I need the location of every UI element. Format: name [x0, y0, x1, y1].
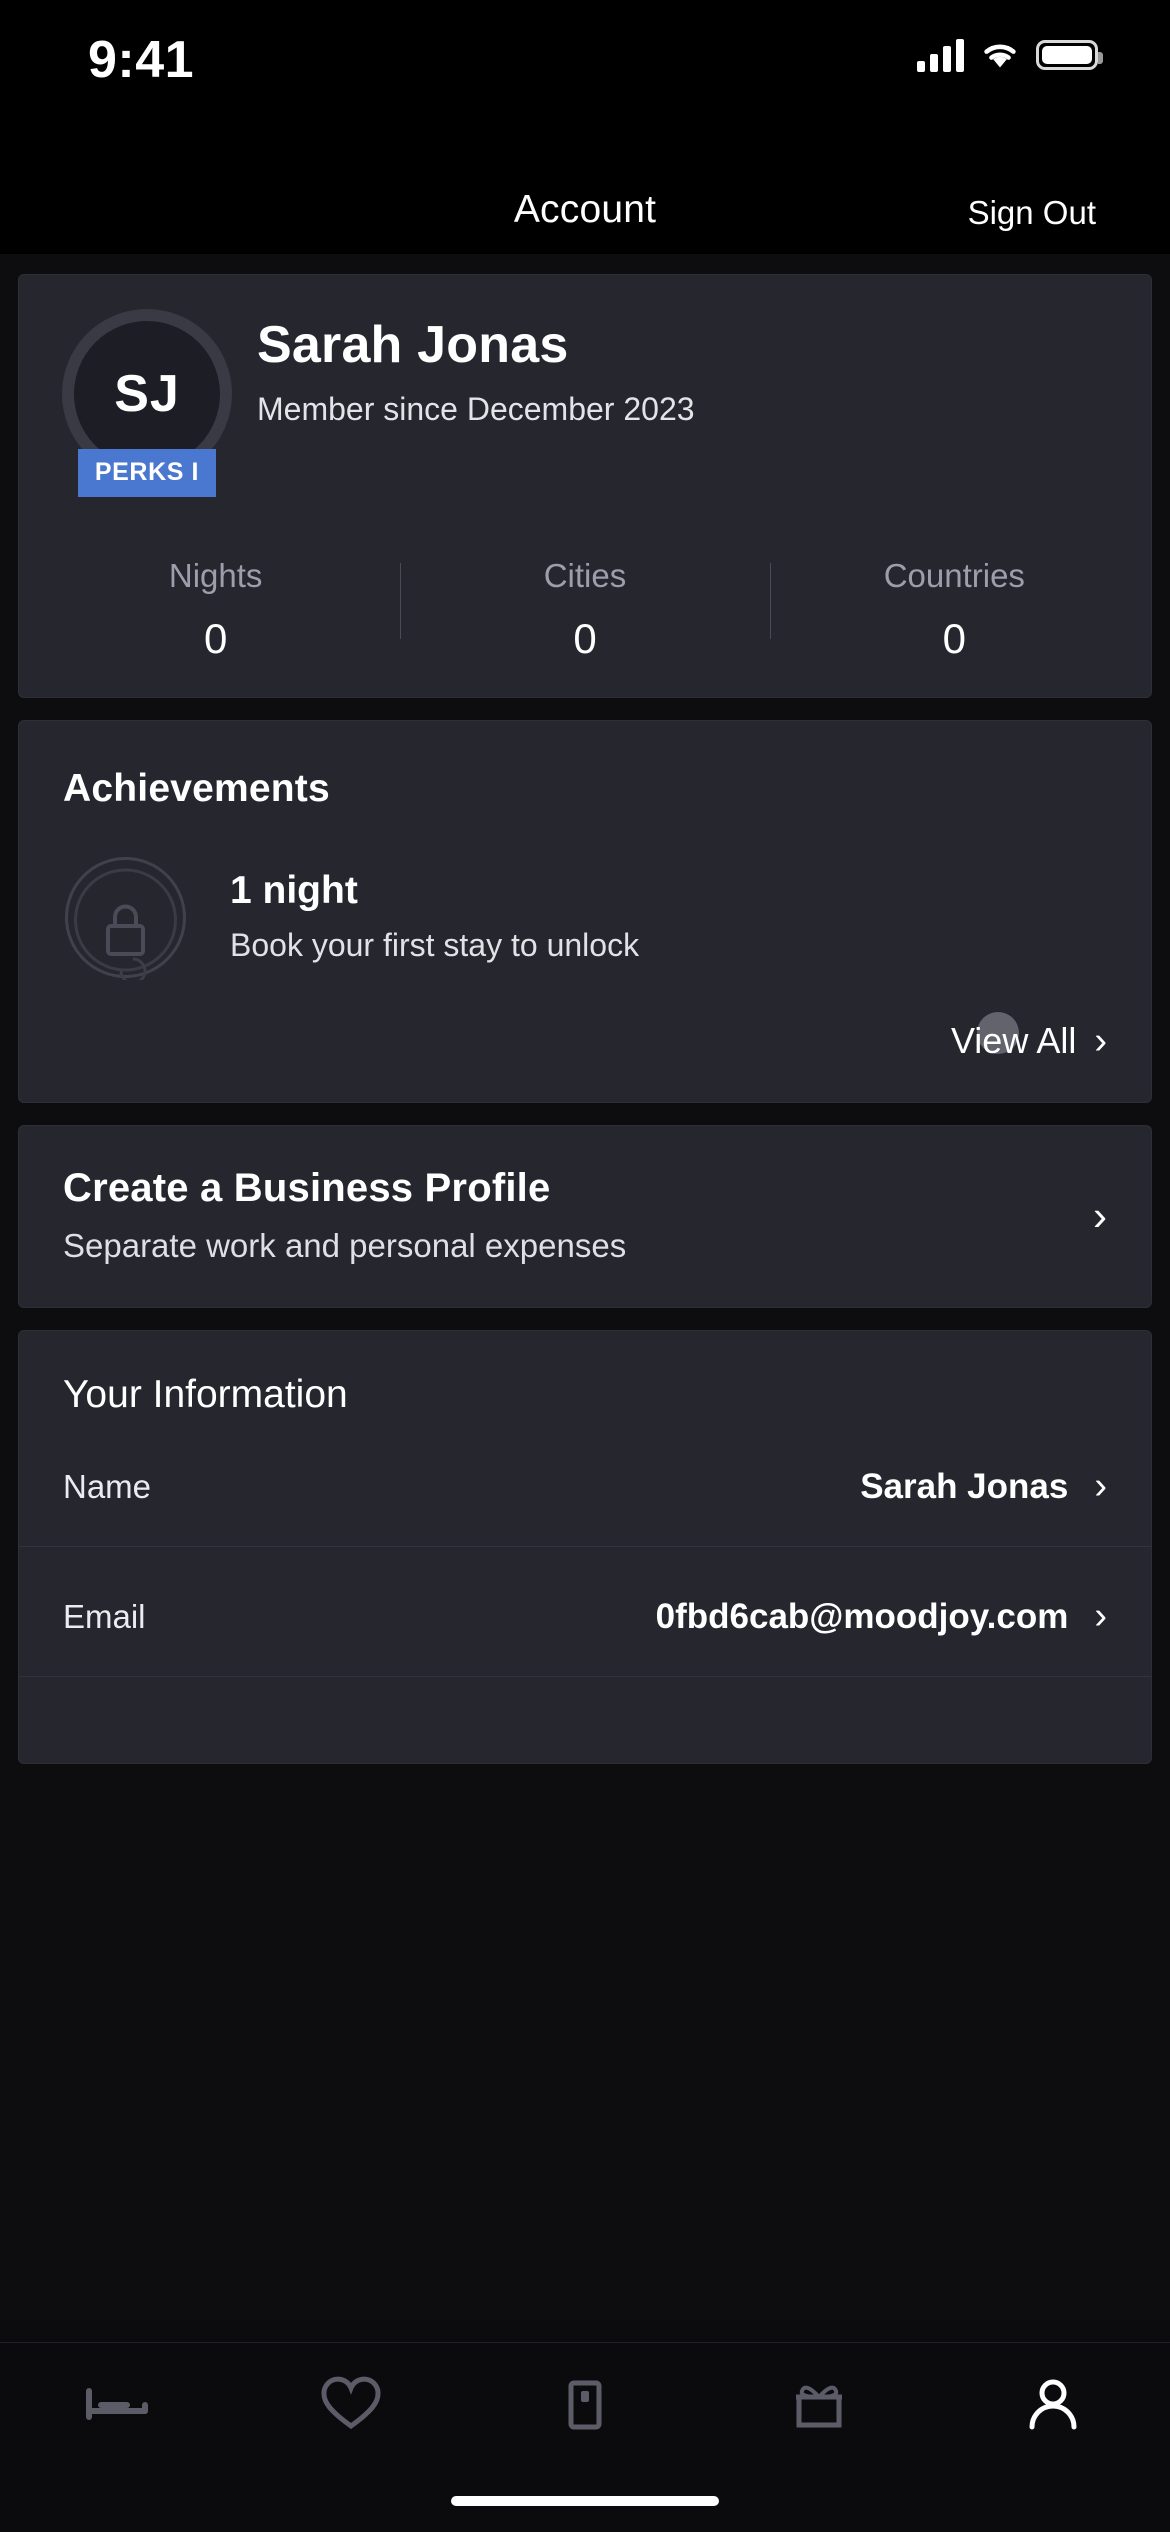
tab-rewards[interactable]: [702, 2373, 936, 2435]
status-bar-time: 9:41: [88, 31, 195, 89]
sign-out-button[interactable]: Sign Out: [968, 194, 1096, 232]
business-profile-subtitle: Separate work and personal expenses: [63, 1227, 627, 1264]
status-bar-indicators: [917, 38, 1103, 72]
stat-cities: Cities 0: [400, 557, 769, 663]
business-profile-text: Create a Business Profile Separate work …: [63, 1166, 1093, 1265]
stat-value: 0: [942, 615, 966, 662]
chevron-right-icon: ›: [1093, 1191, 1107, 1239]
member-since-label: Member since December 2023: [257, 391, 695, 427]
profile-card: SJ PERKS I Sarah Jonas Member since Dece…: [18, 274, 1152, 698]
wifi-icon: [980, 39, 1020, 71]
tab-trips[interactable]: [468, 2373, 702, 2435]
tab-stays[interactable]: [0, 2373, 234, 2435]
stat-nights: Nights 0: [31, 557, 400, 663]
view-all-label: View All: [950, 1020, 1077, 1061]
profile-header: SJ PERKS I Sarah Jonas Member since Dece…: [19, 309, 1151, 497]
stat-label: Cities: [543, 557, 627, 594]
your-information-card: Your Information Name Sarah Jonas › Emai…: [18, 1330, 1152, 1764]
info-value: 0fbd6cab@moodjoy.com: [655, 1596, 1069, 1636]
achievement-subtitle: Book your first stay to unlock: [230, 927, 640, 963]
view-all-button[interactable]: View All ›: [19, 980, 1151, 1062]
info-value: Sarah Jonas: [860, 1466, 1069, 1506]
account-person-icon: [1029, 2379, 1077, 2430]
perks-badge: PERKS I: [77, 449, 217, 497]
achievements-title: Achievements: [63, 767, 330, 810]
chevron-right-icon: ›: [1094, 1595, 1107, 1637]
favorites-heart-icon: [321, 2376, 381, 2430]
create-business-profile-button[interactable]: Create a Business Profile Separate work …: [18, 1125, 1152, 1308]
stays-bed-icon: [86, 2388, 148, 2420]
locked-badge-icon: [63, 855, 188, 985]
stat-label: Countries: [883, 557, 1025, 594]
rewards-gift-icon: [796, 2385, 842, 2428]
home-indicator: [451, 2496, 719, 2506]
profile-stats: Nights 0 Cities 0 Countries 0: [19, 557, 1151, 663]
your-information-title: Your Information: [63, 1373, 348, 1416]
chevron-right-icon: ›: [1094, 1465, 1107, 1507]
stat-value: 0: [203, 615, 228, 662]
achievement-title: 1 night: [230, 869, 358, 912]
battery-icon: [1036, 40, 1103, 70]
app-screen: Account Sign Out SJ PERKS I Sarah Jonas …: [0, 168, 1170, 2532]
status-bar: 9:41: [0, 0, 1170, 168]
achievement-text: 1 night Book your first stay to unlock: [188, 855, 639, 964]
info-row-partial[interactable]: [19, 1685, 1151, 1763]
tab-favorites[interactable]: [234, 2373, 468, 2435]
cellular-signal-icon: [917, 38, 964, 72]
profile-identity: Sarah Jonas Member since December 2023: [247, 309, 695, 479]
tab-account[interactable]: [936, 2373, 1170, 2435]
stat-value: 0: [573, 615, 597, 662]
content-fade: [0, 2316, 1170, 2342]
stat-label: Nights: [168, 557, 263, 594]
info-label: Name: [63, 1467, 152, 1505]
avatar-initials: SJ: [114, 365, 180, 423]
avatar[interactable]: SJ PERKS I: [47, 309, 247, 497]
info-row-name[interactable]: Name Sarah Jonas ›: [19, 1425, 1151, 1547]
stat-countries: Countries 0: [769, 557, 1139, 663]
info-label: Email: [63, 1597, 146, 1635]
achievements-card: Achievements 1 night Book your first sta…: [18, 720, 1152, 1103]
profile-name: Sarah Jonas: [257, 316, 569, 374]
navigation-bar: Account Sign Out: [0, 168, 1170, 254]
chevron-right-icon: ›: [1094, 1020, 1107, 1062]
achievement-item[interactable]: 1 night Book your first stay to unlock: [19, 811, 1151, 985]
scroll-content[interactable]: SJ PERKS I Sarah Jonas Member since Dece…: [0, 254, 1170, 2532]
trips-door-icon: [568, 2380, 602, 2430]
info-row-email[interactable]: Email 0fbd6cab@moodjoy.com ›: [19, 1555, 1151, 1677]
business-profile-title: Create a Business Profile: [63, 1166, 551, 1210]
